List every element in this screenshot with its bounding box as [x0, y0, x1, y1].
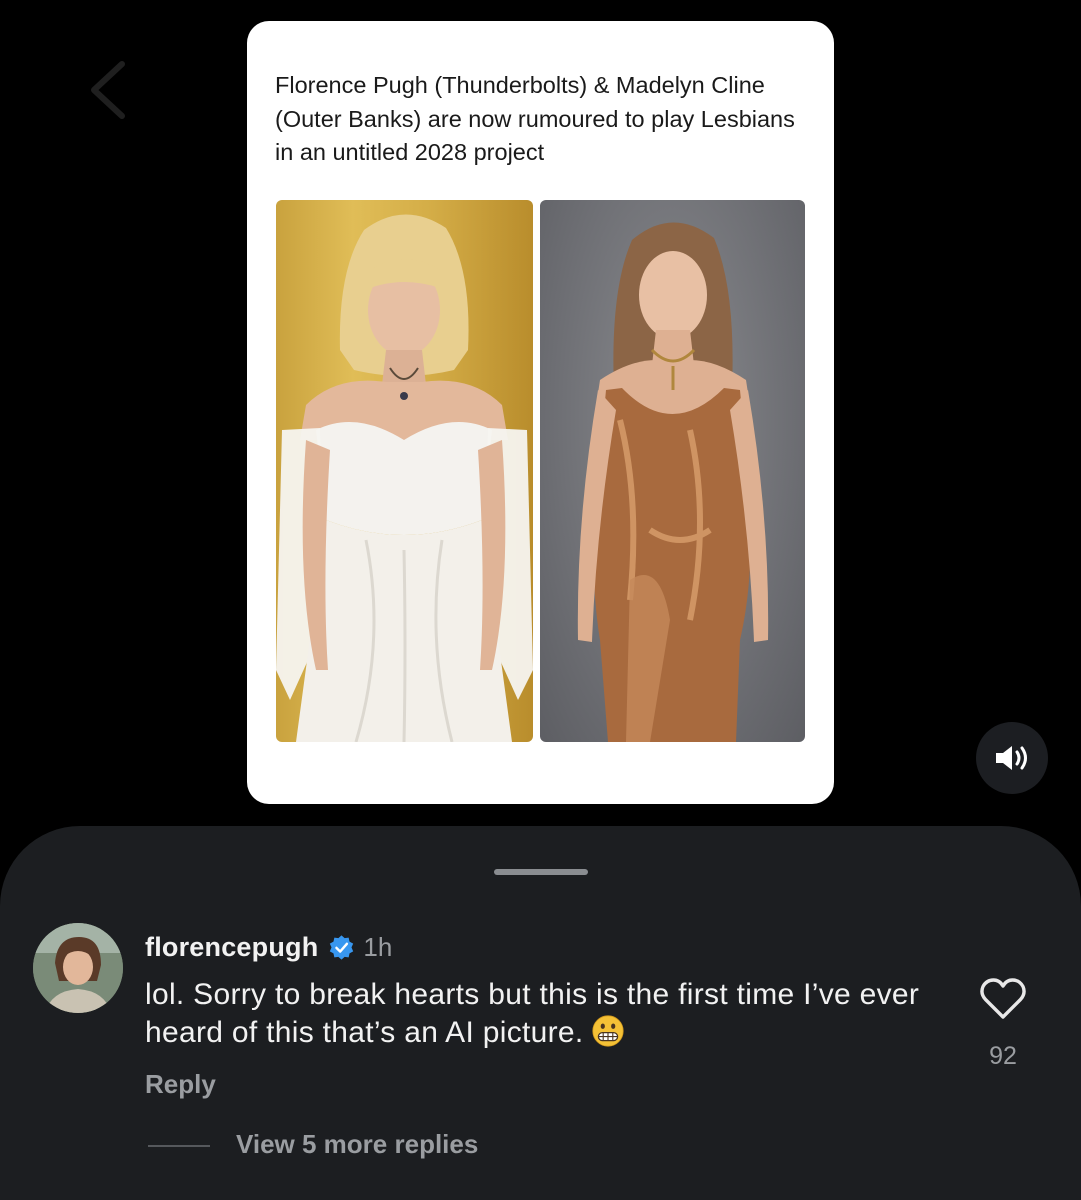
sound-toggle-button[interactable] — [976, 722, 1048, 794]
grimacing-face-emoji-icon — [591, 1015, 624, 1047]
heart-icon[interactable] — [979, 977, 1027, 1021]
comment-timestamp: 1h — [363, 931, 393, 962]
comments-sheet: florencepugh 1h lol. Sorry to break hear… — [0, 826, 1081, 1200]
comment-text: lol. Sorry to break hearts but this is t… — [145, 978, 920, 1049]
comment-header: florencepugh 1h — [145, 926, 392, 968]
comment-text-block: lol. Sorry to break hearts but this is t… — [145, 976, 925, 1052]
back-chevron-icon[interactable] — [86, 60, 130, 120]
view-more-replies-button[interactable]: View 5 more replies — [236, 1129, 478, 1160]
avatar[interactable] — [33, 923, 123, 1013]
replies-divider-line — [148, 1145, 210, 1147]
avatar-portrait-illustration — [33, 923, 123, 1013]
screen: Florence Pugh (Thunderbolts) & Madelyn C… — [0, 0, 1081, 1200]
verified-badge-icon — [330, 934, 354, 960]
comment-username[interactable]: florencepugh — [145, 932, 318, 963]
woman-white-dress-illustration — [276, 214, 533, 742]
post-card[interactable]: Florence Pugh (Thunderbolts) & Madelyn C… — [247, 21, 834, 804]
speaker-volume-icon — [996, 746, 1027, 770]
like-count: 92 — [989, 1042, 1017, 1070]
post-photo-left — [276, 200, 533, 742]
woman-bronze-dress-illustration — [577, 222, 769, 742]
reply-button[interactable]: Reply — [145, 1069, 216, 1100]
sheet-grab-handle[interactable] — [494, 869, 588, 875]
post-photo-right — [540, 200, 805, 742]
post-text: Florence Pugh (Thunderbolts) & Madelyn C… — [275, 72, 795, 165]
